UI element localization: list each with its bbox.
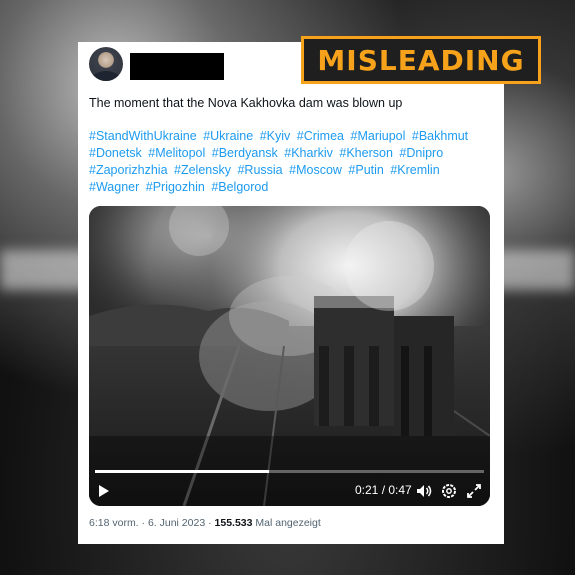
hashtag-link[interactable]: #Ukraine <box>203 129 253 143</box>
hashtag-link[interactable]: #Melitopol <box>148 146 205 160</box>
meta-separator: · <box>205 517 215 529</box>
settings-icon[interactable] <box>440 482 458 500</box>
hashtag-link[interactable]: #Kremlin <box>390 163 439 177</box>
avatar[interactable] <box>89 47 123 81</box>
hashtag-link[interactable]: #Bakhmut <box>412 129 468 143</box>
fullscreen-icon[interactable] <box>465 482 483 500</box>
tweet-meta: 6:18 vorm. · 6. Juni 2023 · 155.533 Mal … <box>89 517 321 529</box>
view-count-label: Mal angezeigt <box>252 517 321 529</box>
video-frame <box>89 206 490 506</box>
video-time: 0:21 / 0:47 <box>355 483 412 497</box>
hashtag-link[interactable]: #Belgorod <box>211 180 268 194</box>
hashtag-link[interactable]: #Mariupol <box>351 129 406 143</box>
hashtag-link[interactable]: #Putin <box>348 163 383 177</box>
tweet-date[interactable]: 6. Juni 2023 <box>148 517 205 529</box>
hashtag-link[interactable]: #Prigozhin <box>146 180 205 194</box>
hashtag-link[interactable]: #Donetsk <box>89 146 142 160</box>
misleading-badge: MISLEADING <box>301 36 541 84</box>
hashtag-link[interactable]: #Zaporizhzhia <box>89 163 168 177</box>
hashtag-link[interactable]: #Dnipro <box>399 146 443 160</box>
hashtag-link[interactable]: #Wagner <box>89 180 139 194</box>
hashtag-link[interactable]: #StandWithUkraine <box>89 129 197 143</box>
tweet-time[interactable]: 6:18 vorm. <box>89 517 139 529</box>
hashtag-list: #StandWithUkraine #Ukraine #Kyiv #Crimea… <box>89 128 494 196</box>
volume-icon[interactable] <box>415 482 433 500</box>
hashtag-link[interactable]: #Kyiv <box>260 129 291 143</box>
view-count: 155.533 <box>214 517 253 529</box>
redacted-username <box>130 53 224 80</box>
hashtag-link[interactable]: #Berdyansk <box>212 146 278 160</box>
hashtag-link[interactable]: #Kherson <box>339 146 393 160</box>
hashtag-link[interactable]: #Crimea <box>297 129 344 143</box>
video-progress-bar[interactable] <box>95 470 484 473</box>
video-progress-fill <box>95 470 269 473</box>
hashtag-link[interactable]: #Kharkiv <box>284 146 333 160</box>
hashtag-link[interactable]: #Zelensky <box>174 163 231 177</box>
video-player[interactable]: 0:21 / 0:47 <box>89 206 490 506</box>
tweet-text: The moment that the Nova Kakhovka dam wa… <box>89 96 403 110</box>
meta-separator: · <box>138 517 148 529</box>
hashtag-link[interactable]: #Moscow <box>289 163 342 177</box>
play-icon[interactable] <box>99 485 109 497</box>
hashtag-link[interactable]: #Russia <box>237 163 282 177</box>
